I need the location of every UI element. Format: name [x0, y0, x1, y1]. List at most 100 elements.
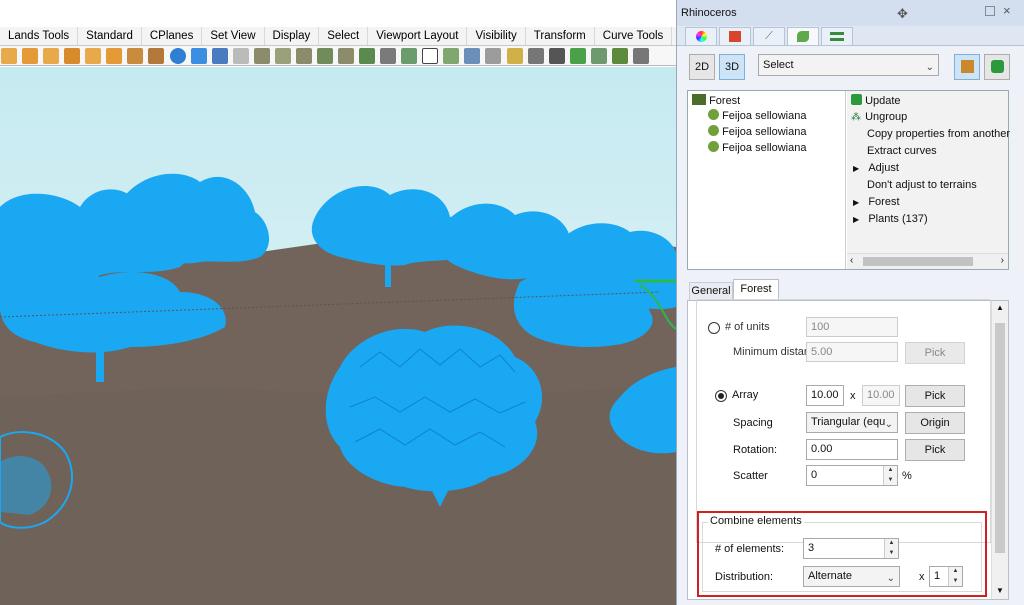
tab-tool[interactable]: ⟋ — [753, 27, 785, 45]
tool-icon[interactable] — [401, 48, 418, 64]
stepper-up-icon[interactable]: ▲ — [884, 466, 897, 476]
panel-title-bar[interactable]: Rhinoceros ✥ × — [677, 0, 1024, 26]
tab-layers[interactable] — [821, 27, 853, 45]
walk-icon[interactable] — [548, 48, 565, 64]
tool-icon[interactable] — [422, 48, 439, 64]
tool-icon[interactable] — [611, 48, 628, 64]
menu-item-copy-properties[interactable]: Copy properties from another — [867, 128, 1010, 140]
3d-viewport[interactable] — [0, 67, 676, 605]
spacing-dropdown[interactable]: Triangular (equ ⌄ — [806, 412, 898, 433]
scrollbar-thumb[interactable] — [863, 257, 973, 266]
tab-material[interactable] — [719, 27, 751, 45]
elements-stepper[interactable]: ▲ ▼ — [884, 539, 898, 558]
stepper-down-icon[interactable]: ▼ — [884, 476, 897, 486]
tool-icon[interactable] — [632, 48, 649, 64]
ribbon-tab[interactable]: CPlanes — [142, 27, 203, 45]
menu-item-dont-adjust[interactable]: Don't adjust to terrains — [867, 179, 977, 191]
terrain-tool-icon[interactable] — [64, 48, 81, 64]
ribbon-tab[interactable]: Viewport Layout — [368, 27, 468, 45]
scrollbar-thumb[interactable] — [995, 323, 1005, 553]
ribbon-tab[interactable]: Standard — [78, 27, 142, 45]
ribbon-tab[interactable]: Lands Tools — [0, 27, 79, 45]
terrain-tool-icon[interactable] — [148, 48, 165, 64]
menu-item-extract-curves[interactable]: Extract curves — [867, 145, 937, 157]
units-radio[interactable] — [708, 322, 720, 334]
pick-button-disabled[interactable]: Pick — [905, 342, 965, 364]
terrain-tool-icon[interactable] — [127, 48, 144, 64]
ribbon-tab[interactable]: Set View — [202, 27, 265, 45]
tool-icon[interactable] — [253, 48, 270, 64]
ribbon-tab[interactable]: Visibility — [467, 27, 526, 45]
array-pick-button[interactable]: Pick — [905, 385, 965, 407]
stepper-down-icon[interactable]: ▼ — [949, 577, 962, 587]
elements-input[interactable]: 3 ▲ ▼ — [803, 538, 899, 559]
tool-icon[interactable] — [211, 48, 228, 64]
terrain-tool-icon[interactable] — [43, 48, 60, 64]
plant-tool-button[interactable] — [954, 54, 980, 80]
tool-icon[interactable] — [485, 48, 502, 64]
menu-item-plants[interactable]: ▶ Plants (137) — [853, 213, 928, 225]
origin-button[interactable]: Origin — [905, 412, 965, 434]
menu-item-update[interactable]: Update — [851, 94, 901, 107]
array-radio[interactable] — [715, 390, 727, 402]
tool-icon[interactable] — [232, 48, 249, 64]
terrain-tool-icon[interactable] — [1, 48, 17, 64]
tab-general[interactable]: General — [689, 282, 733, 300]
scroll-down-icon[interactable]: ▼ — [996, 586, 1004, 595]
tool-icon[interactable] — [359, 48, 376, 64]
scatter-input[interactable]: 0 ▲ ▼ — [806, 465, 898, 486]
menu-item-ungroup[interactable]: ⁂ Ungroup — [851, 111, 907, 123]
terrain-tool-icon[interactable] — [22, 48, 39, 64]
menu-item-forest[interactable]: ▶ Forest — [853, 196, 900, 208]
array-x-input[interactable]: 10.00 — [806, 385, 844, 406]
tool-icon[interactable] — [506, 48, 523, 64]
tool-icon[interactable] — [274, 48, 291, 64]
stepper-up-icon[interactable]: ▲ — [885, 539, 898, 549]
scroll-right-icon[interactable]: › — [1001, 255, 1004, 266]
tree-root-item[interactable]: Forest — [692, 94, 740, 107]
mode-3d-button[interactable]: 3D — [719, 54, 745, 80]
ribbon-tab[interactable]: Transform — [526, 27, 595, 45]
tool-icon[interactable] — [464, 48, 481, 64]
mode-2d-button[interactable]: 2D — [689, 54, 715, 80]
rotation-input[interactable]: 0.00 — [806, 439, 898, 460]
tab-forest[interactable]: Forest — [733, 279, 779, 300]
tree-item[interactable]: Feijoa sellowiana — [708, 141, 806, 154]
horizontal-scrollbar[interactable]: ‹ › — [847, 253, 1008, 269]
units-input[interactable]: 100 — [806, 317, 898, 337]
tool-icon[interactable] — [338, 48, 354, 64]
water-drop-icon[interactable] — [169, 48, 186, 64]
select-dropdown[interactable]: Select ⌄ — [758, 54, 939, 76]
scatter-stepper[interactable]: ▲ ▼ — [883, 466, 897, 485]
min-distance-input[interactable]: 5.00 — [806, 342, 898, 362]
scroll-left-icon[interactable]: ‹ — [850, 255, 853, 266]
tree-item[interactable]: Feijoa sellowiana — [708, 109, 806, 122]
tab-plants[interactable] — [787, 27, 819, 45]
tool-icon[interactable] — [590, 48, 607, 64]
move-icon[interactable]: ✥ — [897, 6, 908, 22]
rotation-pick-button[interactable]: Pick — [905, 439, 965, 461]
terrain-tool-icon[interactable] — [106, 48, 123, 64]
stepper-down-icon[interactable]: ▼ — [885, 549, 898, 559]
tool-icon[interactable] — [527, 48, 544, 64]
tree-item[interactable]: Feijoa sellowiana — [708, 125, 806, 138]
tab-color[interactable] — [685, 27, 717, 45]
multiplier-stepper[interactable]: ▲ ▼ — [948, 567, 962, 586]
terrain-tool-icon[interactable] — [85, 48, 102, 64]
array-y-input[interactable]: 10.00 — [862, 385, 900, 406]
scroll-up-icon[interactable]: ▲ — [996, 303, 1004, 312]
water-tool-icon[interactable] — [190, 48, 207, 64]
ribbon-tab[interactable]: Curve Tools — [595, 27, 673, 45]
update-tool-button[interactable] — [984, 54, 1010, 80]
close-icon[interactable]: × — [1003, 3, 1011, 18]
distribution-dropdown[interactable]: Alternate ⌄ — [803, 566, 900, 587]
vertical-scrollbar[interactable]: ▲ ▼ — [991, 301, 1008, 599]
multiplier-input[interactable]: 1 ▲ ▼ — [929, 566, 963, 587]
menu-item-adjust[interactable]: ▶ Adjust — [853, 162, 899, 174]
tool-icon[interactable] — [380, 48, 397, 64]
restore-icon[interactable] — [985, 6, 995, 16]
tool-icon[interactable] — [316, 48, 333, 64]
tool-icon[interactable] — [295, 48, 312, 64]
ribbon-tab[interactable]: Display — [265, 27, 320, 45]
tool-icon[interactable] — [569, 48, 586, 64]
